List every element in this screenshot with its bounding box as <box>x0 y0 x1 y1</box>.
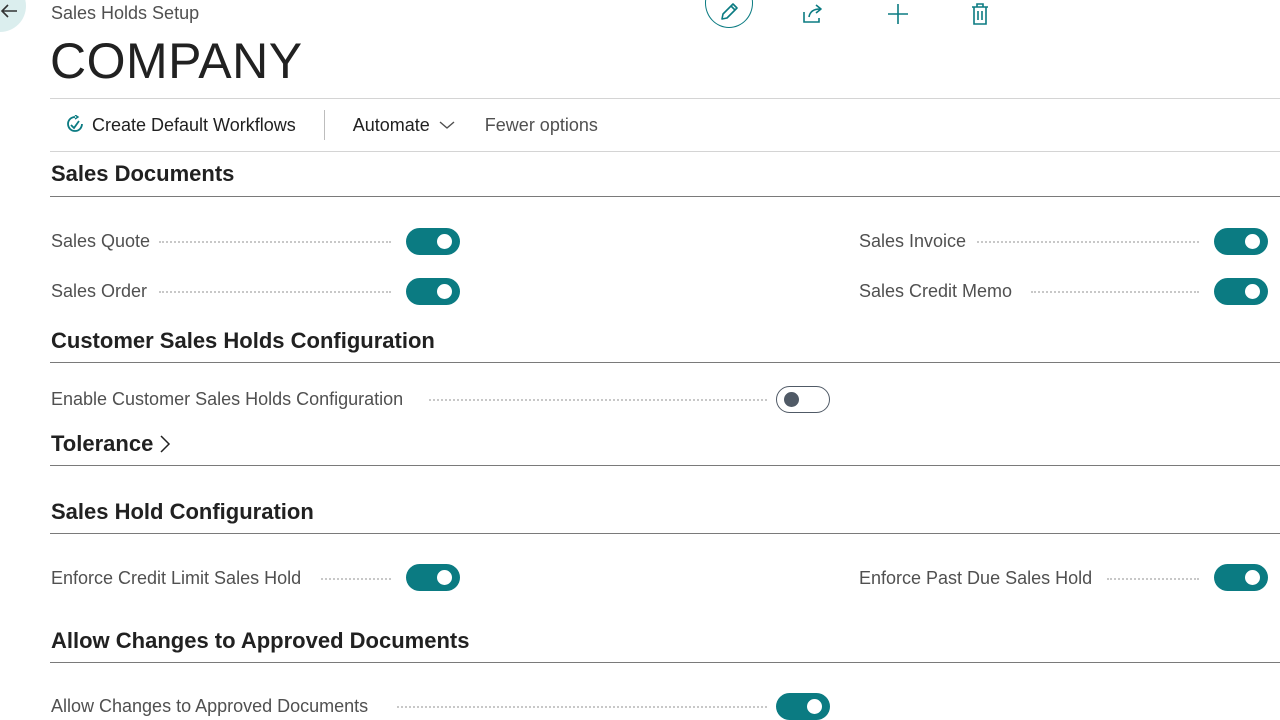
edit-button[interactable] <box>705 0 753 28</box>
toggle-knob <box>437 570 452 585</box>
section-title-allow-changes: Allow Changes to Approved Documents <box>51 628 470 653</box>
toggle-enable-customer-config[interactable] <box>776 386 830 413</box>
tolerance-label: Tolerance <box>51 431 154 456</box>
plus-icon <box>888 4 908 24</box>
action-separator <box>323 110 325 140</box>
field-dots <box>159 241 391 243</box>
toggle-sales-order[interactable] <box>406 278 460 305</box>
field-label-sales-invoice: Sales Invoice <box>859 231 967 251</box>
field-label-enforce-past-due: Enforce Past Due Sales Hold <box>859 568 1093 588</box>
toggle-knob <box>1245 284 1260 299</box>
delete-button[interactable] <box>968 0 992 28</box>
toggle-knob <box>784 392 799 407</box>
field-label-sales-order: Sales Order <box>51 281 148 301</box>
chevron-right-icon <box>160 435 171 453</box>
delete-icon <box>972 3 988 25</box>
field-label-sales-quote: Sales Quote <box>51 231 151 251</box>
edit-icon <box>721 3 738 20</box>
section-title-customer-config: Customer Sales Holds Configuration <box>51 328 435 353</box>
share-icon <box>803 4 822 23</box>
section-rule <box>50 533 1280 534</box>
action-bar: Create Default Workflows Automate Fewer … <box>50 99 1280 151</box>
toggle-knob <box>437 234 452 249</box>
fewer-options-label: Fewer options <box>484 114 598 135</box>
create-default-workflows-label: Create Default Workflows <box>92 114 296 135</box>
automate-menu[interactable]: Automate <box>353 115 455 136</box>
section-rule <box>50 662 1280 663</box>
breadcrumb: Sales Holds Setup <box>51 3 200 23</box>
field-dots <box>977 241 1199 243</box>
toggle-knob <box>1245 570 1260 585</box>
toggle-enforce-past-due[interactable] <box>1214 564 1268 591</box>
field-dots <box>321 578 391 580</box>
field-label-enable-customer-config: Enable Customer Sales Holds Configuratio… <box>51 389 404 409</box>
section-title-tolerance[interactable]: Tolerance <box>51 431 171 457</box>
toggle-enforce-credit-limit[interactable] <box>406 564 460 591</box>
field-dots <box>397 706 767 708</box>
section-rule <box>50 465 1280 466</box>
toggle-sales-quote[interactable] <box>406 228 460 255</box>
field-label-sales-credit-memo: Sales Credit Memo <box>859 281 1013 301</box>
field-dots <box>429 399 767 401</box>
back-arrow-icon <box>0 4 17 18</box>
fewer-options-button[interactable]: Fewer options <box>485 115 598 136</box>
field-dots <box>159 291 391 293</box>
action-bar-divider <box>50 151 1280 152</box>
section-rule <box>50 362 1280 363</box>
toggle-sales-credit-memo[interactable] <box>1214 278 1268 305</box>
toggle-knob <box>437 284 452 299</box>
section-rule <box>50 196 1280 197</box>
automate-label: Automate <box>352 114 430 135</box>
section-title-sales-documents: Sales Documents <box>51 161 235 186</box>
toggle-allow-changes[interactable] <box>776 693 830 720</box>
new-button[interactable] <box>885 0 911 28</box>
toggle-sales-invoice[interactable] <box>1214 228 1268 255</box>
create-default-workflows-button[interactable]: Create Default Workflows <box>66 115 296 136</box>
share-button[interactable] <box>800 0 826 28</box>
section-title-sales-hold-config: Sales Hold Configuration <box>51 499 314 524</box>
field-dots <box>1031 291 1199 293</box>
field-label-allow-changes: Allow Changes to Approved Documents <box>51 696 369 716</box>
toggle-knob <box>807 699 822 714</box>
back-button[interactable] <box>0 0 26 32</box>
page-title: COMPANY <box>50 33 303 89</box>
field-label-enforce-credit-limit: Enforce Credit Limit Sales Hold <box>51 568 302 588</box>
field-dots <box>1107 578 1199 580</box>
chevron-down-icon <box>439 121 455 129</box>
toggle-knob <box>1245 234 1260 249</box>
workflow-icon <box>67 115 83 132</box>
